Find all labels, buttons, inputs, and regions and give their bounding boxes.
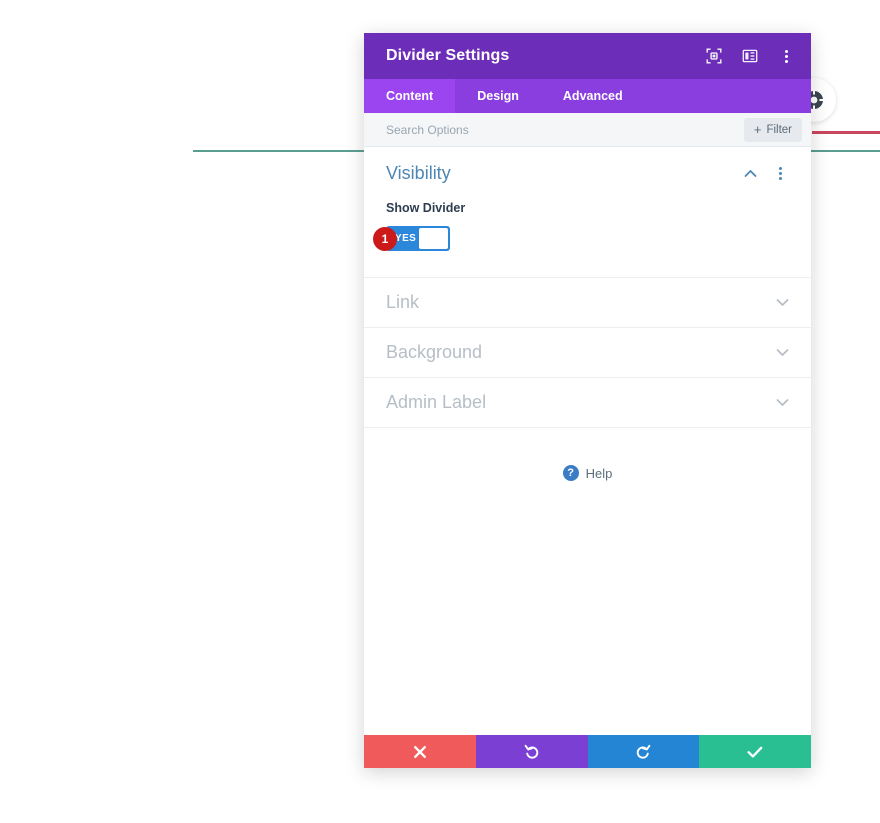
search-row: + Filter (364, 113, 811, 147)
chevron-down-icon[interactable] (775, 296, 789, 310)
close-x-icon (413, 745, 427, 759)
question-mark-icon: ? (562, 465, 579, 481)
checkmark-icon (747, 745, 763, 759)
redo-arrow-icon (635, 744, 651, 760)
screenshot-canvas: Divider Settings Content Design Advanced… (0, 0, 880, 823)
page-teal-divider-left (193, 150, 364, 152)
toggle-knob (419, 228, 448, 249)
plus-icon: + (753, 122, 762, 137)
group-visibility-header[interactable]: Visibility (386, 147, 789, 195)
save-button[interactable] (699, 735, 811, 768)
help-label: Help (585, 465, 613, 481)
modal-header-actions (705, 47, 795, 65)
group-visibility-title: Visibility (386, 162, 451, 183)
tab-advanced[interactable]: Advanced (541, 79, 645, 113)
more-options-icon[interactable] (777, 47, 795, 65)
page-teal-divider-right (810, 150, 880, 152)
group-background-title: Background (386, 342, 483, 362)
group-link[interactable]: Link (364, 278, 811, 328)
redo-button[interactable] (587, 735, 700, 768)
group-visibility-tools (743, 164, 789, 182)
group-background[interactable]: Background (364, 328, 811, 378)
undo-button[interactable] (475, 735, 588, 768)
group-link-title: Link (386, 292, 420, 312)
tab-design[interactable]: Design (455, 79, 541, 113)
chevron-up-icon[interactable] (743, 166, 757, 180)
show-divider-toggle-wrap: 1 YES (373, 226, 450, 251)
page-title: Divider Settings (386, 47, 510, 64)
group-visibility: Visibility Show Divider 1 YES (364, 147, 811, 278)
group-admin-label[interactable]: Admin Label (364, 378, 811, 428)
divider-settings-modal: Divider Settings Content Design Advanced… (364, 33, 811, 768)
undo-arrow-icon (524, 744, 540, 760)
step-badge-1: 1 (373, 226, 397, 251)
chevron-down-icon[interactable] (775, 346, 789, 360)
tab-content[interactable]: Content (364, 79, 456, 113)
focus-module-icon[interactable] (705, 47, 723, 65)
modal-body: Visibility Show Divider 1 YES Link Backg… (364, 147, 811, 735)
more-options-icon[interactable] (771, 164, 789, 182)
filter-button-label: Filter (766, 123, 792, 136)
show-divider-label: Show Divider (386, 201, 466, 215)
modal-footer (364, 735, 811, 768)
help-row[interactable]: ? Help (364, 428, 811, 481)
modal-header: Divider Settings (364, 33, 811, 79)
layout-panel-icon[interactable] (741, 47, 759, 65)
chevron-down-icon[interactable] (775, 396, 789, 410)
page-red-divider-right (812, 131, 880, 134)
cancel-button[interactable] (364, 735, 476, 768)
group-admin-label-title: Admin Label (386, 392, 487, 412)
search-input[interactable] (386, 122, 744, 137)
filter-button[interactable]: + Filter (743, 117, 802, 142)
modal-tab-bar: Content Design Advanced (364, 79, 811, 113)
